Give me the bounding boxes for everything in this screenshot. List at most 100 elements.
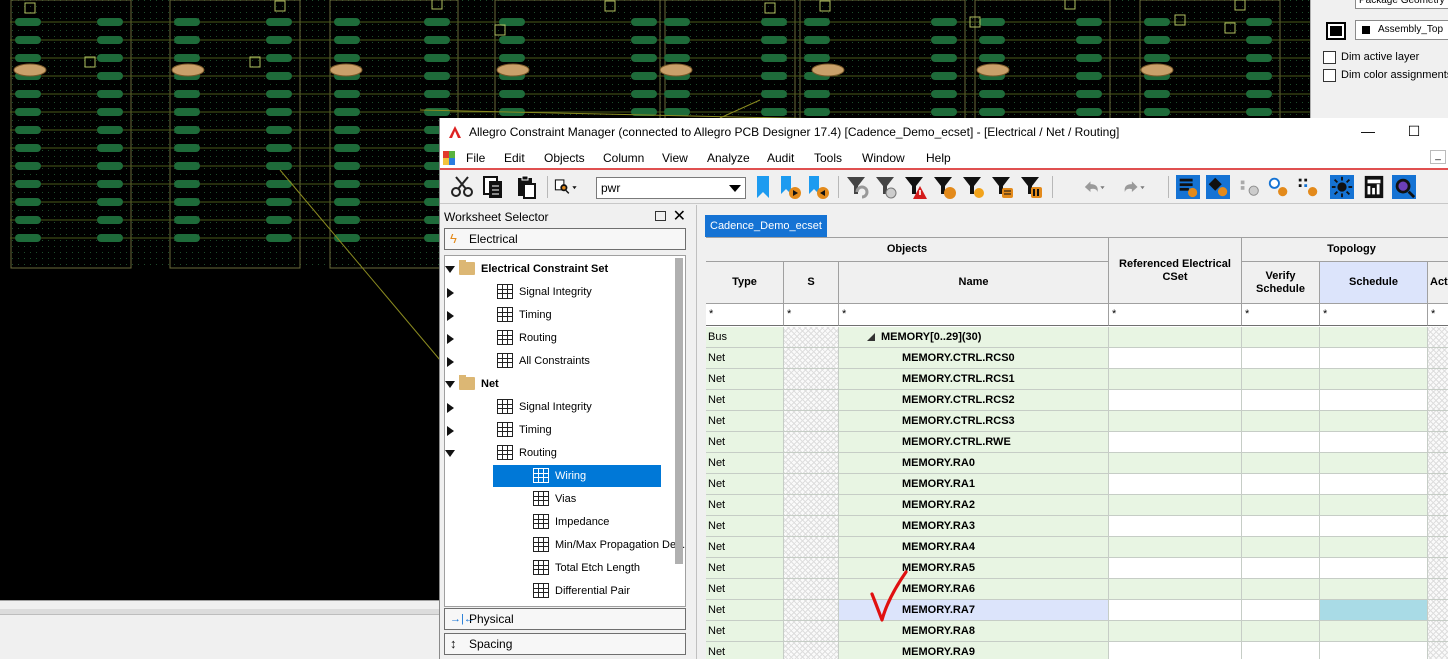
filter-verify[interactable]: * <box>1242 304 1320 326</box>
tree-node-impedance[interactable]: Impedance <box>445 511 675 533</box>
table-row[interactable]: Net MEMORY.RA6 <box>706 579 1448 600</box>
tree-expanded-icon[interactable] <box>867 333 875 341</box>
filter-actual[interactable]: * <box>1428 304 1448 326</box>
tree-expanded-icon[interactable] <box>445 450 455 457</box>
filter-combo[interactable]: pwr <box>596 177 746 199</box>
cell-act[interactable] <box>1428 390 1448 411</box>
cell-type[interactable]: Net <box>706 516 784 537</box>
cell-s[interactable] <box>784 348 839 369</box>
col-header-schedule[interactable]: Schedule <box>1320 262 1428 304</box>
cell-verify[interactable] <box>1242 642 1320 659</box>
cell-sched[interactable] <box>1320 495 1428 516</box>
cell-s[interactable] <box>784 579 839 600</box>
menu-analyze[interactable]: Analyze <box>707 151 750 165</box>
cell-type[interactable]: Net <box>706 411 784 432</box>
menu-help[interactable]: Help <box>926 151 951 165</box>
bookmark-prev-icon[interactable] <box>807 174 831 200</box>
tree-node-timing[interactable]: Timing <box>445 419 675 441</box>
menu-objects[interactable]: Objects <box>544 151 585 165</box>
cell-sched[interactable] <box>1320 579 1428 600</box>
menu-tools[interactable]: Tools <box>814 151 842 165</box>
table-row[interactable]: Net MEMORY.RA3 <box>706 516 1448 537</box>
cell-s[interactable] <box>784 369 839 390</box>
show-worksheet-icon[interactable] <box>1176 174 1200 200</box>
cell-verify[interactable] <box>1242 453 1320 474</box>
table-row[interactable]: Net MEMORY.CTRL.RCS0 <box>706 348 1448 369</box>
cell-ref[interactable] <box>1109 558 1242 579</box>
cell-s[interactable] <box>784 453 839 474</box>
cell-verify[interactable] <box>1242 390 1320 411</box>
cell-name[interactable]: MEMORY[0..29](30) <box>839 327 1109 348</box>
filter-undo-icon[interactable] <box>845 174 869 200</box>
cell-verify[interactable] <box>1242 474 1320 495</box>
filter-s[interactable]: * <box>784 304 839 326</box>
filter-bars-icon[interactable] <box>1019 174 1043 200</box>
tree-node-signal-integrity[interactable]: Signal Integrity <box>445 396 675 418</box>
tree-collapsed-icon[interactable] <box>447 334 454 344</box>
cell-verify[interactable] <box>1242 348 1320 369</box>
dock-icon[interactable] <box>655 211 666 221</box>
tree-node-all-constraints[interactable]: All Constraints <box>445 350 675 372</box>
cell-verify[interactable] <box>1242 558 1320 579</box>
filter-ref-cset[interactable]: * <box>1109 304 1242 326</box>
cell-s[interactable] <box>784 558 839 579</box>
close-icon[interactable]: ✕ <box>673 206 686 226</box>
electrical-bar[interactable]: ϟ Electrical <box>444 228 686 250</box>
tree-collapsed-icon[interactable] <box>447 357 454 367</box>
tree-scrollbar[interactable] <box>675 258 683 564</box>
package-geometry-select[interactable]: Package Geometry <box>1355 0 1448 9</box>
cell-s[interactable] <box>784 537 839 558</box>
col-header-type[interactable]: Type <box>706 262 784 304</box>
menu-column[interactable]: Column <box>603 151 644 165</box>
cell-type[interactable]: Bus <box>706 327 784 348</box>
cell-sched[interactable] <box>1320 474 1428 495</box>
tree-collapsed-icon[interactable] <box>447 403 454 413</box>
cell-s[interactable] <box>784 327 839 348</box>
menu-file[interactable]: File <box>466 151 485 165</box>
dim-active-layer-checkbox[interactable] <box>1323 51 1336 64</box>
cell-ref[interactable] <box>1109 432 1242 453</box>
cell-type[interactable]: Net <box>706 432 784 453</box>
cell-verify[interactable] <box>1242 432 1320 453</box>
filter-star-icon[interactable] <box>961 174 985 200</box>
menu-window[interactable]: Window <box>862 151 905 165</box>
cell-sched[interactable] <box>1320 369 1428 390</box>
tree-node-wiring[interactable]: Wiring <box>445 465 675 487</box>
cell-type[interactable]: Net <box>706 579 784 600</box>
cell-act[interactable] <box>1428 516 1448 537</box>
menu-view[interactable]: View <box>662 151 688 165</box>
cell-sched[interactable] <box>1320 411 1428 432</box>
dim-color-assignments-checkbox[interactable] <box>1323 69 1336 82</box>
cell-act[interactable] <box>1428 432 1448 453</box>
cell-verify[interactable] <box>1242 411 1320 432</box>
col-header-name[interactable]: Name <box>839 262 1109 304</box>
cell-ref[interactable] <box>1109 411 1242 432</box>
zoom-icon[interactable] <box>1392 174 1416 200</box>
tree-node-total-etch-length[interactable]: Total Etch Length <box>445 557 675 579</box>
tree-collapsed-icon[interactable] <box>447 426 454 436</box>
filter-warning-icon[interactable] <box>903 174 927 200</box>
cell-name[interactable]: MEMORY.CTRL.RCS1 <box>839 369 1109 390</box>
cell-type[interactable]: Net <box>706 369 784 390</box>
cell-act[interactable] <box>1428 600 1448 621</box>
cell-verify[interactable] <box>1242 495 1320 516</box>
table-row[interactable]: Net MEMORY.RA0 <box>706 453 1448 474</box>
find-dropdown-icon[interactable] <box>554 174 578 200</box>
cell-sched[interactable] <box>1320 642 1428 659</box>
tree-node-timing[interactable]: Timing <box>445 304 675 326</box>
table-row[interactable]: Net MEMORY.RA2 <box>706 495 1448 516</box>
tree-node-min-max-propagation-de[interactable]: Min/Max Propagation De... <box>445 534 685 556</box>
filter-name[interactable]: * <box>839 304 1109 326</box>
cell-verify[interactable] <box>1242 600 1320 621</box>
cell-type[interactable]: Net <box>706 390 784 411</box>
tree-expanded-icon[interactable] <box>445 266 455 273</box>
cell-name[interactable]: MEMORY.RA4 <box>839 537 1109 558</box>
cell-name[interactable]: MEMORY.RA3 <box>839 516 1109 537</box>
cell-s[interactable] <box>784 621 839 642</box>
pin-pair-icon[interactable] <box>1267 174 1291 200</box>
bus-row[interactable]: Bus MEMORY[0..29](30) <box>706 327 1448 348</box>
tree-node-routing[interactable]: Routing <box>445 442 675 464</box>
bookmark-icon[interactable] <box>753 174 777 200</box>
table-row[interactable]: Net MEMORY.RA9 <box>706 642 1448 659</box>
bookmark-next-icon[interactable] <box>779 174 803 200</box>
